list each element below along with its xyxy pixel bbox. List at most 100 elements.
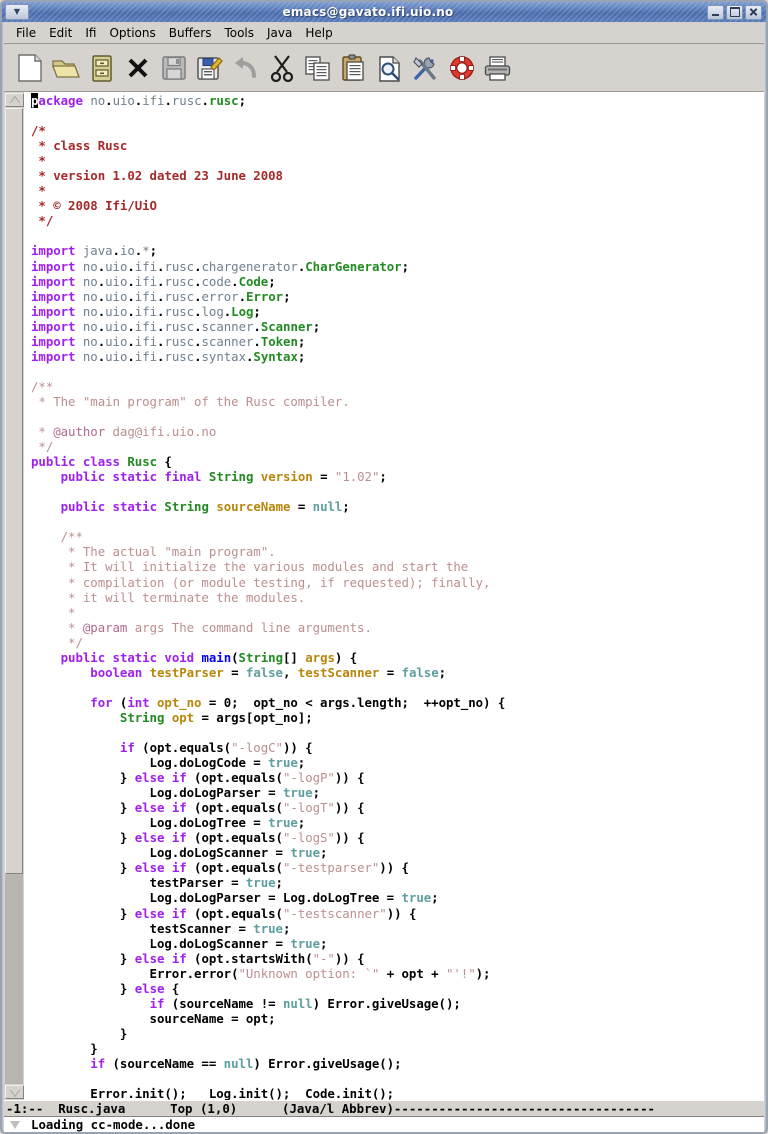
code-token: * [142,243,150,259]
code-token: { [157,454,172,470]
code-token: )) { [334,830,365,846]
code-token: = [312,469,335,485]
toolbar-close-buffer-button[interactable] [121,52,154,85]
code-token: ; [312,785,320,801]
code-token: . [194,348,202,364]
code-token: else [134,830,165,846]
code-token: Code [238,273,269,289]
code-token: = [290,499,313,515]
code-token: args The command line arguments. [127,619,372,635]
code-token: testScanner = [31,920,254,936]
code-token: scanner [201,333,254,349]
code-token: static [112,499,158,515]
maximize-button[interactable] [726,4,743,20]
menu-item-help[interactable]: Help [299,24,338,42]
toolbar-help-button[interactable] [445,52,478,85]
window-menu-button[interactable]: ▼ [5,4,29,20]
title-bar[interactable]: ▼ emacs@gavato.ifi.uio.no [2,2,766,22]
menu-item-file[interactable]: File [10,24,42,42]
close-buffer-x-icon [128,58,147,78]
code-token: java [82,243,113,259]
toolbar-cut-button[interactable] [265,52,298,85]
code-token: null [223,1056,254,1071]
toolbar-open-file-button[interactable] [49,52,82,85]
vertical-scrollbar[interactable] [4,92,25,1100]
code-token: + opt + [379,965,446,981]
window-controls [707,4,762,20]
toolbar-undo-button[interactable] [229,52,262,85]
maximize-icon [729,7,740,17]
code-token: testParser = [31,875,246,891]
scrollbar-thumb[interactable] [5,108,23,875]
code-token: if [171,800,187,816]
source-code-text[interactable]: package no.uio.ifi.rusc.rusc; /* * class… [31,93,764,1100]
code-token: @param [82,619,128,635]
code-token: String [208,469,254,485]
code-token: ifi [134,273,158,289]
code-token: ; [438,664,447,680]
code-token: Log.doLogScanner = [31,845,291,861]
toolbar-save-as-button[interactable] [193,52,226,85]
code-token: code [201,273,232,289]
menu-item-edit[interactable]: Edit [43,24,78,42]
toolbar-customize-button[interactable] [409,52,442,85]
menu-item-buffers[interactable]: Buffers [163,24,218,42]
scroll-up-button[interactable] [5,93,24,107]
cut-scissors-icon [270,54,293,82]
code-token: )) { [282,740,313,756]
toolbar-save-button[interactable] [157,52,190,85]
code-token: . [127,348,135,364]
code-token: Log.doLogParser = Log.doLogTree = [31,890,402,906]
code-token: ifi [142,93,165,108]
menu-item-ifi[interactable]: Ifi [79,24,102,42]
toolbar-open-directory-button[interactable] [85,52,118,85]
toolbar-search-button[interactable] [373,52,406,85]
minibuffer[interactable]: Loading cc-mode...done [4,1117,764,1132]
code-token: void [164,649,195,665]
close-button[interactable] [745,4,762,20]
code-token: (opt.equals( [186,800,283,816]
toolbar-paste-button[interactable] [337,52,370,85]
code-buffer[interactable]: package no.uio.ifi.rusc.rusc; /* * class… [25,92,764,1100]
code-token: . [194,303,202,319]
code-token: . [127,303,135,319]
code-token: * [31,619,83,635]
code-token: true [290,935,320,951]
code-token: ( [112,694,128,710]
code-token: public [60,469,106,485]
code-token: final [164,469,202,485]
code-token: ); [475,965,491,981]
toolbar-new-file-button[interactable] [13,52,46,85]
toolbar-print-button[interactable] [481,52,514,85]
code-token: ; [312,318,321,334]
print-printer-icon [484,55,511,81]
code-token: * It will initialize the various modules… [31,559,469,575]
code-token: if [171,950,187,966]
code-token: uio [105,303,128,319]
code-token: Log [231,303,254,319]
code-token: )) { [334,950,365,966]
code-token: log [201,303,224,319]
scrollbar-track[interactable] [5,108,23,1084]
code-token: . [253,333,261,349]
code-token: (opt.startsWith( [186,950,313,966]
scroll-down-button[interactable] [5,1085,24,1099]
code-token: . [127,273,135,289]
code-token: ) { [334,649,358,665]
buffer-end-marker-icon [9,1120,20,1129]
code-token: if [171,905,187,921]
menu-item-tools[interactable]: Tools [218,24,260,42]
minimize-button[interactable] [707,4,724,20]
menu-item-options[interactable]: Options [103,24,161,42]
toolbar-copy-button[interactable] [301,52,334,85]
menu-item-java[interactable]: Java [261,24,298,42]
code-token: Error.init(); Log.init(); Code.init(); [31,1086,395,1100]
code-token: uio [105,348,128,364]
